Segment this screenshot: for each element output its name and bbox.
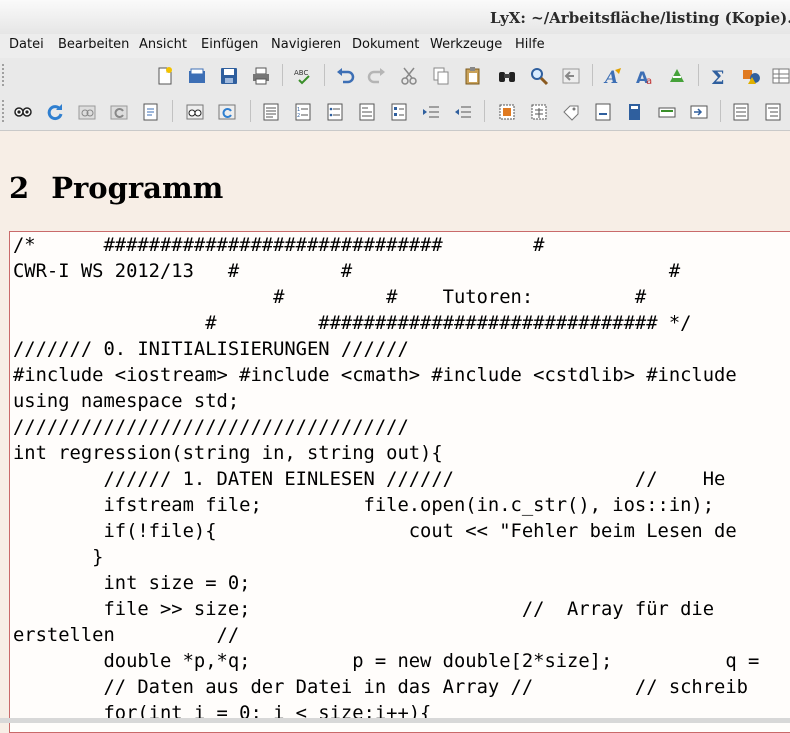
enumerate-list-icon[interactable]: 12 [292, 101, 314, 123]
insert-graphics-icon[interactable] [740, 65, 762, 87]
code-line: ////// 1. DATEN EINLESEN ////// // He [13, 469, 726, 490]
math-icon[interactable]: Σ [708, 65, 730, 87]
label-icon[interactable] [560, 101, 582, 123]
code-line: CWR-I WS 2012/13 # # # [13, 261, 681, 282]
export-icon[interactable] [140, 101, 162, 123]
secondary-toolbar: 12 [0, 94, 790, 131]
outline-icon[interactable] [762, 101, 784, 123]
description-list-icon[interactable] [356, 101, 378, 123]
title-bar: LyX: ~/Arbeitsfläche/listing (Kopie).lyx [0, 0, 790, 34]
code-line: /* ############################## # [13, 235, 545, 256]
menu-dokument[interactable]: Dokument [352, 37, 419, 52]
code-line: using namespace std; [13, 391, 240, 412]
code-line: double *p,*q; p = new double[2*size]; q … [13, 651, 760, 672]
find-replace-icon[interactable] [496, 65, 518, 87]
code-line: /////// 0. INITIALISIERUNGEN ////// [13, 339, 409, 360]
navigate-back-icon[interactable] [560, 65, 582, 87]
window-title: LyX: ~/Arbeitsfläche/listing (Kopie).lyx [490, 9, 790, 27]
menu-datei[interactable]: Datei [9, 37, 44, 52]
list-icon[interactable] [388, 101, 410, 123]
change-tracking-icon[interactable] [666, 65, 688, 87]
search-icon[interactable] [528, 65, 550, 87]
menu-navigieren[interactable]: Navigieren [271, 37, 341, 52]
section-heading: 2 Programm [9, 171, 223, 205]
code-line: // Daten aus der Datei in das Array // /… [13, 677, 748, 698]
code-line: if(!file){ cout << "Fehler beim Lesen de [13, 521, 737, 542]
svg-text:a: a [646, 76, 652, 86]
insert-box-icon[interactable] [688, 101, 710, 123]
open-icon[interactable] [186, 65, 208, 87]
emphasis-icon[interactable]: A [602, 65, 624, 87]
view-master-icon[interactable] [76, 101, 98, 123]
save-icon[interactable] [218, 65, 240, 87]
code-line: int regression(string in, string out){ [13, 443, 443, 464]
print-icon[interactable] [250, 65, 272, 87]
menu-bearbeiten[interactable]: Bearbeiten [58, 37, 129, 52]
section-number: 2 [9, 171, 30, 205]
new-document-icon[interactable] [154, 65, 176, 87]
update-master-icon[interactable] [108, 101, 130, 123]
citation-icon[interactable] [624, 101, 646, 123]
menu-hilfe[interactable]: Hilfe [515, 37, 545, 52]
increase-depth-icon[interactable] [452, 101, 474, 123]
code-line: } [13, 547, 104, 568]
code-listing[interactable]: /* ############################## # CWR-… [13, 233, 759, 727]
menu-ansicht[interactable]: Ansicht [139, 37, 187, 52]
code-line: # ############################## */ [13, 313, 692, 334]
code-line: #include <iostream> #include <cmath> #in… [13, 365, 737, 386]
decrease-depth-icon[interactable] [420, 101, 442, 123]
code-line: int size = 0; [13, 573, 251, 594]
svg-text:ABC: ABC [294, 69, 308, 77]
svg-text:2: 2 [297, 113, 300, 119]
standard-paragraph-icon[interactable] [260, 101, 282, 123]
cross-reference-icon[interactable] [592, 101, 614, 123]
code-line: /////////////////////////////////// [13, 417, 409, 438]
cut-icon[interactable] [398, 65, 420, 87]
insert-table-icon[interactable] [770, 65, 790, 87]
code-line: erstellen // [13, 625, 240, 646]
itemize-list-icon[interactable] [324, 101, 346, 123]
text-style-icon[interactable]: Aa [634, 65, 656, 87]
view-icon[interactable] [12, 101, 34, 123]
paste-icon[interactable] [462, 65, 484, 87]
menu-bar: Datei Bearbeiten Ansicht Einfügen Navigi… [0, 34, 790, 58]
svg-text:Σ: Σ [711, 67, 724, 86]
view-source-icon[interactable] [184, 101, 206, 123]
code-line: file >> size; // Array für die [13, 599, 715, 620]
copy-icon[interactable] [430, 65, 452, 87]
undo-icon[interactable] [334, 65, 356, 87]
compile-icon[interactable] [216, 101, 238, 123]
main-toolbar: Abschnitt ABC A Aa Σ [0, 58, 790, 143]
section-title: Programm [51, 171, 224, 205]
toolbar-grip[interactable] [2, 64, 7, 86]
code-line: # # Tutoren: # [13, 287, 647, 308]
index-entry-icon[interactable] [656, 101, 678, 123]
table-of-contents-icon[interactable] [730, 101, 752, 123]
update-icon[interactable] [44, 101, 66, 123]
toolbar-grip[interactable] [2, 100, 7, 122]
menu-einfuegen[interactable]: Einfügen [201, 37, 258, 52]
status-strip [0, 718, 790, 723]
spellcheck-icon[interactable]: ABC [292, 65, 314, 87]
code-line: ifstream file; file.open(in.c_str(), ios… [13, 495, 715, 516]
insert-table-float-icon[interactable] [528, 101, 550, 123]
insert-figure-icon[interactable] [496, 101, 518, 123]
redo-icon[interactable] [366, 65, 388, 87]
menu-werkzeuge[interactable]: Werkzeuge [430, 37, 502, 52]
